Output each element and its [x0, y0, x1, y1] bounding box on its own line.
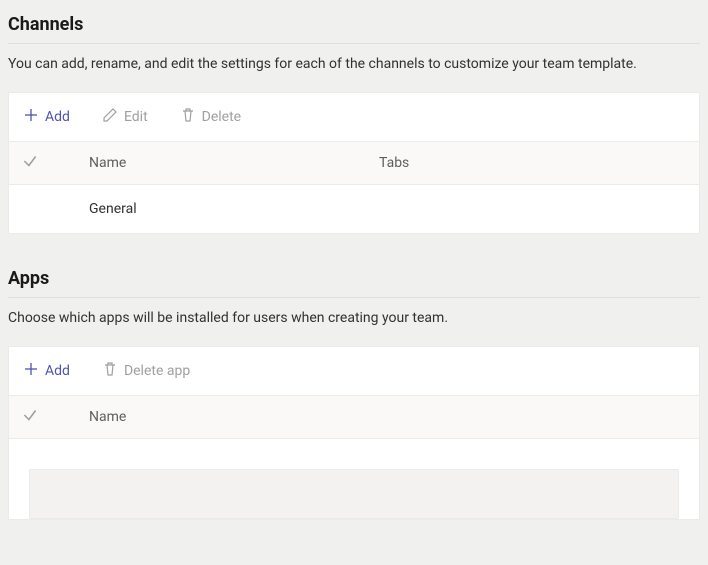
- delete-channel-label: Delete: [202, 109, 241, 125]
- apps-empty-space: [9, 439, 699, 469]
- apps-heading: Apps: [8, 262, 700, 298]
- channels-description: You can add, rename, and edit the settin…: [8, 56, 700, 72]
- channel-name-cell: General: [79, 201, 379, 217]
- plus-icon: [23, 107, 39, 127]
- add-app-button[interactable]: Add: [21, 357, 72, 385]
- apps-empty-row: [29, 469, 679, 519]
- trash-icon: [180, 107, 196, 127]
- delete-channel-button[interactable]: Delete: [178, 103, 243, 131]
- channels-col-tabs[interactable]: Tabs: [379, 155, 687, 171]
- delete-app-label: Delete app: [124, 363, 190, 379]
- delete-app-button[interactable]: Delete app: [100, 357, 192, 385]
- apps-section: Apps Choose which apps will be installed…: [0, 254, 708, 540]
- select-all-apps[interactable]: [21, 406, 79, 428]
- apps-table-header: Name: [9, 396, 699, 439]
- select-all-channels[interactable]: [21, 152, 79, 174]
- channels-section: Channels You can add, rename, and edit t…: [0, 0, 708, 254]
- channels-panel: Add Edit Delete Name Tabs: [8, 92, 700, 234]
- channels-heading: Channels: [8, 8, 700, 44]
- apps-panel: Add Delete app Name: [8, 346, 700, 520]
- apps-col-name[interactable]: Name: [79, 409, 379, 425]
- channels-toolbar: Add Edit Delete: [9, 93, 699, 142]
- checkmark-icon: [21, 406, 39, 428]
- apps-description: Choose which apps will be installed for …: [8, 310, 700, 326]
- plus-icon: [23, 361, 39, 381]
- edit-channel-label: Edit: [124, 109, 148, 125]
- checkmark-icon: [21, 152, 39, 174]
- edit-channel-button[interactable]: Edit: [100, 103, 150, 131]
- channels-col-name[interactable]: Name: [79, 155, 379, 171]
- add-channel-button[interactable]: Add: [21, 103, 72, 131]
- trash-icon: [102, 361, 118, 381]
- add-app-label: Add: [45, 363, 70, 379]
- channels-table-header: Name Tabs: [9, 142, 699, 185]
- pencil-icon: [102, 107, 118, 127]
- add-channel-label: Add: [45, 109, 70, 125]
- table-row[interactable]: General: [9, 185, 699, 233]
- apps-toolbar: Add Delete app: [9, 347, 699, 396]
